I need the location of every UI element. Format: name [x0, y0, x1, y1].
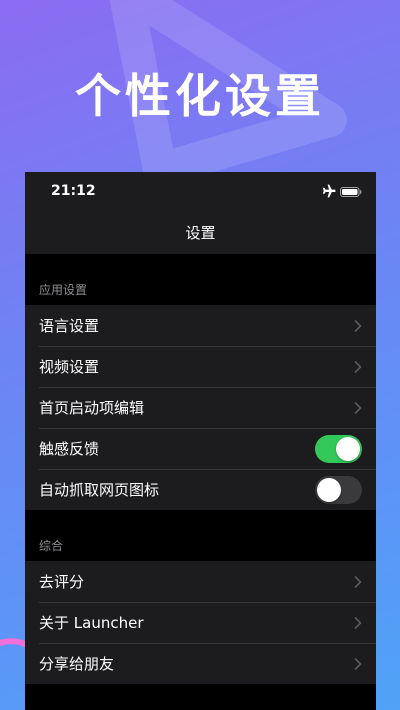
promo-headline: 个性化设置 [75, 69, 325, 123]
row-label: 首页启动项编辑 [39, 399, 145, 417]
row-label: 关于 Launcher [39, 614, 144, 632]
promo-screen: 个性化设置 21:12 设置 应用设置 语言设置 视频设置 首页启动项编辑 触感… [0, 0, 400, 710]
chevron-right-icon [354, 575, 362, 588]
chevron-right-icon [354, 401, 362, 414]
row-label: 视频设置 [39, 358, 100, 376]
row-about-launcher[interactable]: 关于 Launcher [25, 602, 376, 643]
row-language-settings[interactable]: 语言设置 [25, 305, 376, 346]
chevron-right-icon [354, 616, 362, 629]
row-haptic-feedback: 触感反馈 [25, 428, 376, 469]
general-group: 去评分 关于 Launcher 分享给朋友 [25, 561, 376, 684]
section-header-general: 综合 [39, 539, 64, 553]
chevron-right-icon [354, 360, 362, 373]
row-label: 触感反馈 [39, 440, 100, 458]
haptic-feedback-toggle[interactable] [315, 434, 362, 463]
nav-bar: 设置 [25, 212, 376, 254]
row-video-settings[interactable]: 视频设置 [25, 346, 376, 387]
row-label: 自动抓取网页图标 [39, 481, 160, 499]
chevron-right-icon [354, 319, 362, 332]
auto-fetch-icons-toggle[interactable] [315, 475, 362, 504]
section-header-app: 应用设置 [39, 283, 88, 297]
status-time: 21:12 [51, 183, 96, 199]
app-settings-group: 语言设置 视频设置 首页启动项编辑 触感反馈 自动抓取网页图标 [25, 305, 376, 510]
chevron-right-icon [354, 657, 362, 670]
row-share-with-friends[interactable]: 分享给朋友 [25, 643, 376, 684]
row-label: 语言设置 [39, 317, 100, 335]
row-rate-app[interactable]: 去评分 [25, 561, 376, 602]
row-label: 去评分 [39, 573, 85, 591]
battery-icon [340, 187, 362, 197]
toggle-knob [317, 477, 341, 502]
settings-screen: 21:12 设置 应用设置 语言设置 视频设置 首页启动项编辑 触感反馈 自动抓… [25, 172, 376, 710]
status-bar: 21:12 [25, 172, 376, 212]
row-auto-fetch-icons: 自动抓取网页图标 [25, 469, 376, 510]
airplane-icon [322, 184, 336, 198]
row-label: 分享给朋友 [39, 655, 115, 673]
row-home-launch-edit[interactable]: 首页启动项编辑 [25, 387, 376, 428]
toggle-knob [336, 436, 360, 461]
nav-title: 设置 [185, 224, 216, 242]
